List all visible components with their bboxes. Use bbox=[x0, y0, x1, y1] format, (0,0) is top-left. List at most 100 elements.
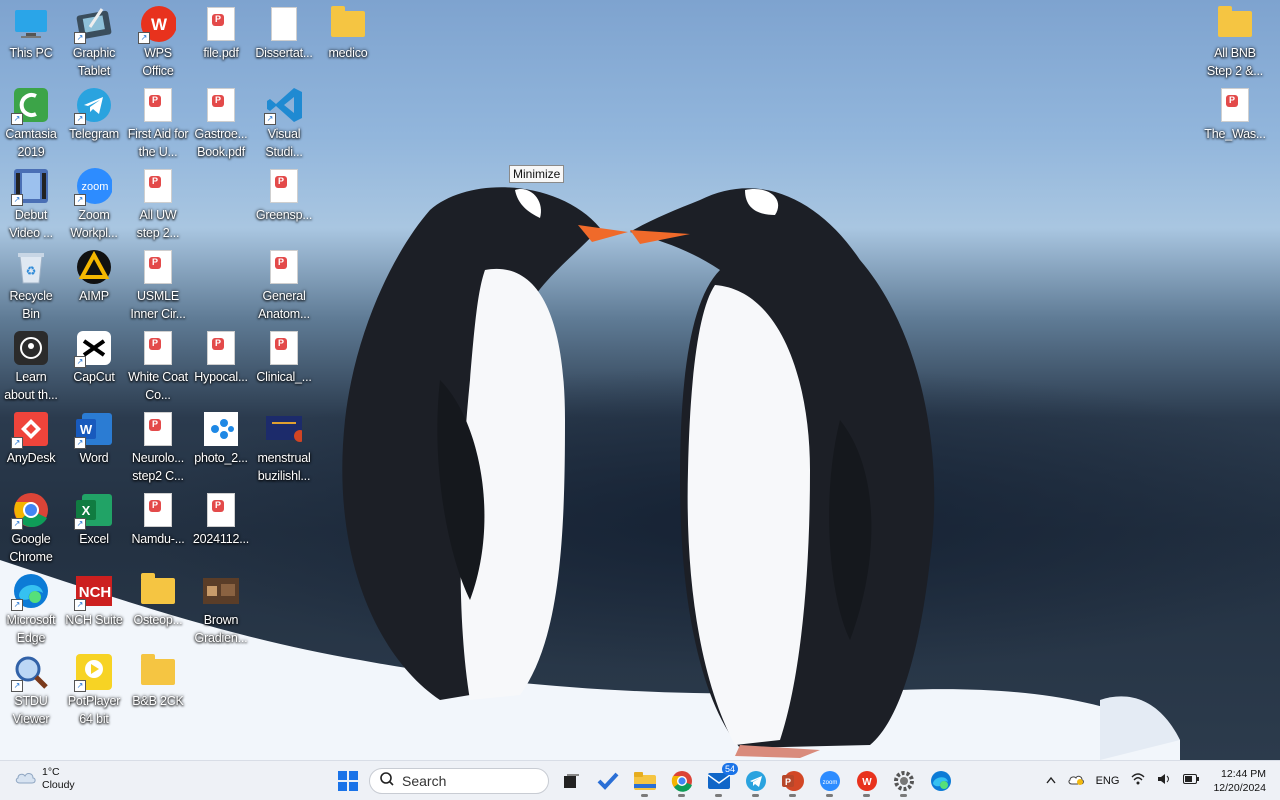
desktop-icon-first-aid[interactable]: P First Aid for the U... bbox=[127, 85, 189, 161]
desktop-icon-dissertat[interactable]: Dissertat... bbox=[253, 4, 315, 62]
gear-icon bbox=[893, 771, 914, 791]
image-file-icon bbox=[203, 573, 239, 609]
desktop-icon-label: The_Was... bbox=[1204, 127, 1266, 141]
desktop-icon-hypocal[interactable]: P Hypocal... bbox=[190, 328, 252, 386]
desktop-icon-google-chrome[interactable]: ↗ Google Chrome bbox=[0, 490, 62, 566]
recycle-bin-icon: ♻ bbox=[13, 249, 49, 285]
desktop-icon-file-2024[interactable]: P 2024112... bbox=[190, 490, 252, 548]
desktop-icon-zoom[interactable]: zoom ↗ Zoom Workpl... bbox=[63, 166, 125, 242]
svg-text:zoom: zoom bbox=[822, 780, 837, 786]
desktop-icon-label: All UW step 2... bbox=[136, 208, 180, 240]
weather-temp: 1°C bbox=[42, 766, 60, 778]
desktop-icon-label: Graphic Tablet bbox=[72, 46, 116, 78]
taskbar-edge[interactable] bbox=[925, 766, 956, 797]
desktop-icon-label: Dissertat... bbox=[255, 46, 313, 60]
taskbar-chrome[interactable] bbox=[666, 766, 697, 797]
clock-time: 12:44 PM bbox=[1221, 767, 1266, 780]
zoom-icon: zoom ↗ bbox=[74, 168, 112, 206]
taskbar-settings[interactable] bbox=[888, 766, 919, 797]
desktop-icon-all-uw[interactable]: P All UW step 2... bbox=[127, 166, 189, 242]
desktop-icon-microsoft-edge[interactable]: ↗ Microsoft Edge bbox=[0, 571, 62, 647]
battery-icon[interactable] bbox=[1183, 774, 1200, 787]
desktop-icon-clinical[interactable]: P Clinical_... bbox=[253, 328, 315, 386]
language-indicator[interactable]: ENG bbox=[1096, 775, 1120, 787]
desktop-icon-the-was[interactable]: P The_Was... bbox=[1204, 85, 1266, 143]
capcut-icon: ↗ bbox=[74, 330, 112, 368]
desktop-icon-potplayer[interactable]: ↗ PotPlayer 64 bit bbox=[63, 652, 125, 728]
desktop-icon-word[interactable]: W ↗ Word bbox=[63, 409, 125, 467]
taskbar-zoom[interactable]: zoom bbox=[814, 766, 845, 797]
clock[interactable]: 12:44 PM 12/20/2024 bbox=[1213, 767, 1266, 795]
desktop-icon-photo[interactable]: photo_2... bbox=[190, 409, 252, 467]
desktop-icon-greensp[interactable]: P Greensp... bbox=[253, 166, 315, 224]
desktop-icon-general-anatom[interactable]: P General Anatom... bbox=[253, 247, 315, 323]
taskbar-wps[interactable]: W bbox=[851, 766, 882, 797]
task-view-button[interactable] bbox=[555, 766, 586, 797]
desktop-icon-gastroe[interactable]: P Gastroe... Book.pdf bbox=[190, 85, 252, 161]
desktop-icon-recycle-bin[interactable]: ♻ Recycle Bin bbox=[0, 247, 62, 323]
desktop-icon-aimp[interactable]: AIMP bbox=[63, 247, 125, 305]
desktop-icon-brown-gradien[interactable]: Brown Gradien... bbox=[190, 571, 252, 647]
folder-icon bbox=[1217, 6, 1253, 42]
desktop-icon-stdu-viewer[interactable]: ↗ STDU Viewer bbox=[0, 652, 62, 728]
desktop-icon-label: AnyDesk bbox=[6, 451, 56, 465]
pdf-file-icon: P bbox=[140, 168, 176, 204]
camtasia-icon: ↗ bbox=[11, 87, 49, 125]
outlook-badge: 54 bbox=[721, 762, 738, 775]
desktop-icon-label: CapCut bbox=[73, 370, 115, 384]
vscode-icon: ↗ bbox=[264, 87, 302, 125]
desktop-icon-anydesk[interactable]: ↗ AnyDesk bbox=[0, 409, 62, 467]
desktop-icon-file-pdf[interactable]: P file.pdf bbox=[190, 4, 252, 62]
desktop-icon-menstrual[interactable]: menstrual buzilishl... bbox=[253, 409, 315, 485]
svg-text:P: P bbox=[784, 777, 790, 787]
desktop-icon-label: Brown Gradien... bbox=[194, 613, 248, 645]
desktop-icon-wps-office[interactable]: W ↗ WPS Office bbox=[127, 4, 189, 80]
desktop-icon-camtasia[interactable]: ↗ Camtasia 2019 bbox=[0, 85, 62, 161]
desktop-icon-namdu[interactable]: P Namdu-... bbox=[127, 490, 189, 548]
desktop-icon-usmle[interactable]: P USMLE Inner Cir... bbox=[127, 247, 189, 323]
desktop-icon-capcut[interactable]: ↗ CapCut bbox=[63, 328, 125, 386]
volume-icon[interactable] bbox=[1157, 773, 1171, 788]
pdf-file-icon: P bbox=[203, 492, 239, 528]
chevron-up-icon[interactable] bbox=[1046, 775, 1056, 787]
desktop-icon-this-pc[interactable]: This PC bbox=[0, 4, 62, 62]
desktop-icon-label: Hypocal... bbox=[194, 370, 248, 384]
desktop-icon-medico[interactable]: medico bbox=[317, 4, 379, 62]
desktop-icon-visual-studio[interactable]: ↗ Visual Studi... bbox=[253, 85, 315, 161]
wifi-icon[interactable] bbox=[1131, 773, 1145, 788]
pdf-file-icon: P bbox=[1217, 87, 1253, 123]
minimize-tooltip: Minimize bbox=[509, 165, 565, 183]
desktop-icon-osteop[interactable]: Osteop... bbox=[127, 571, 189, 629]
desktop-icon-excel[interactable]: X ↗ Excel bbox=[63, 490, 125, 548]
taskbar-outlook[interactable]: 54 bbox=[703, 762, 738, 797]
folder-icon bbox=[140, 573, 176, 609]
desktop-icon-nch-suite[interactable]: NCH ↗ NCH Suite bbox=[63, 571, 125, 629]
desktop-icon-debut-video[interactable]: ↗ Debut Video ... bbox=[0, 166, 62, 242]
start-button[interactable] bbox=[332, 766, 363, 797]
desktop-icon-neurolo[interactable]: P Neurolo... step2 C... bbox=[127, 409, 189, 485]
weather-widget[interactable]: 1°C Cloudy bbox=[14, 766, 75, 792]
svg-text:zoom: zoom bbox=[82, 181, 109, 193]
desktop-icon-label: White Coat Co... bbox=[128, 370, 188, 402]
desktop-icon-label: Gastroe... Book.pdf bbox=[194, 127, 248, 159]
desktop-icon-learn[interactable]: Learn about th... bbox=[0, 328, 62, 404]
svg-text:W: W bbox=[151, 15, 168, 34]
taskbar-todo[interactable] bbox=[592, 766, 623, 797]
onedrive-icon[interactable] bbox=[1068, 773, 1084, 788]
blank-file-icon bbox=[266, 6, 302, 42]
desktop-icon-label: Word bbox=[79, 451, 109, 465]
taskbar-search[interactable]: Search bbox=[369, 768, 549, 794]
taskbar-powerpoint[interactable]: P bbox=[777, 766, 808, 797]
desktop-icon-label: WPS Office bbox=[142, 46, 174, 78]
desktop-icon-label: Zoom Workpl... bbox=[70, 208, 118, 240]
svg-text:W: W bbox=[80, 422, 93, 437]
taskbar-file-explorer[interactable] bbox=[629, 766, 660, 797]
desktop-icon-all-bnb[interactable]: All BNB Step 2 &... bbox=[1204, 4, 1266, 80]
desktop-icon-bb-2ck[interactable]: B&B 2CK bbox=[127, 652, 189, 710]
desktop-icon-graphic-tablet[interactable]: ↗ Graphic Tablet bbox=[63, 4, 125, 80]
desktop-icon-telegram[interactable]: ↗ Telegram bbox=[63, 85, 125, 143]
desktop-icon-label: file.pdf bbox=[203, 46, 239, 60]
desktop-icon-white-coat[interactable]: P White Coat Co... bbox=[127, 328, 189, 404]
taskbar-telegram[interactable] bbox=[740, 766, 771, 797]
magnifier-icon: ↗ bbox=[11, 654, 49, 692]
